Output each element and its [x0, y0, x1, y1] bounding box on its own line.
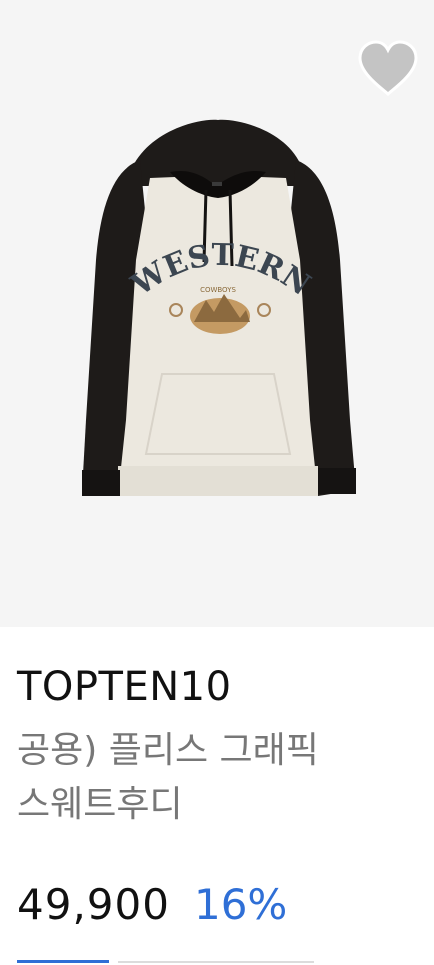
- discount-rate: 16%: [193, 880, 288, 929]
- price: 49,900: [17, 880, 170, 929]
- product-image[interactable]: WESTERN COWBOYS: [0, 0, 434, 627]
- brand-name[interactable]: TOPTEN10: [17, 662, 232, 712]
- heart-icon: [358, 40, 418, 97]
- product-title[interactable]: 공용) 플리스 그래픽 스웨트후디: [17, 724, 417, 832]
- product-title-line-2: 스웨트후디: [17, 784, 183, 825]
- carousel-indicator-active: [17, 960, 109, 963]
- product-title-line-1: 공용) 플리스 그래픽: [17, 730, 319, 771]
- print-subtitle: COWBOYS: [200, 286, 236, 294]
- product-card[interactable]: WESTERN COWBOYS TOPTEN10 공용) 플리스 그래픽 스웨트…: [0, 0, 434, 965]
- wishlist-button[interactable]: [356, 38, 420, 98]
- carousel-indicator-track: [118, 961, 314, 963]
- price-row: 49,900 16%: [17, 875, 287, 935]
